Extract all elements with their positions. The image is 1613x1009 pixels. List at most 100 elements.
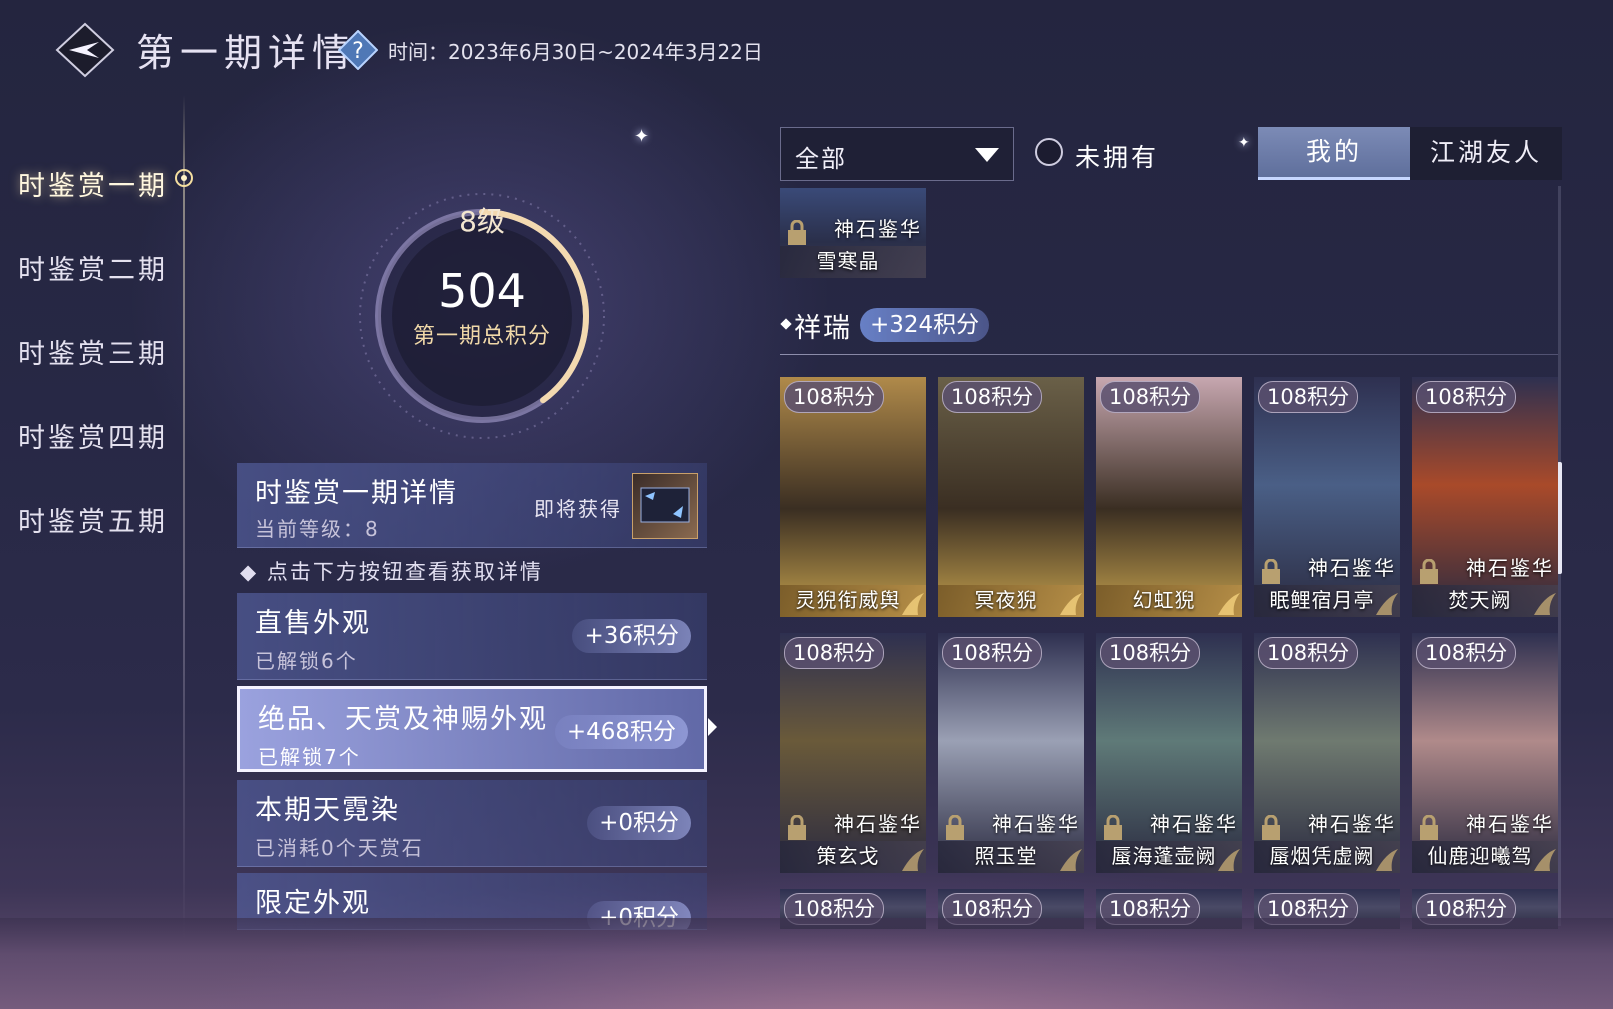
section-bullet [780,318,792,330]
corner-ornament-icon [1376,849,1398,871]
lock-icon [1262,559,1280,584]
card-art [938,377,1084,617]
card-points-badge: 108积分 [784,637,885,669]
appearance-card[interactable]: 神石鉴华 雪寒晶 [780,188,926,278]
appearance-card[interactable]: 108积分 神石鉴华 蜃烟凭虚阙 [1254,633,1400,873]
card-art [780,377,926,617]
category-points-badge: +0积分 [587,806,691,840]
corner-ornament-icon [1060,849,1082,871]
appearance-card[interactable]: 108积分 神石鉴华 照玉堂 [938,633,1084,873]
card-points-badge: 108积分 [1258,381,1359,413]
card-points-badge: 108积分 [1100,381,1201,413]
unowned-radio[interactable] [1035,138,1063,166]
page-title: 第一期详情 [136,31,357,75]
category-title: 本期天霓染 [255,795,400,826]
bottom-cloud-decoration [0,918,1613,1009]
appearance-card[interactable]: 108积分 神石鉴华 策玄戈 [780,633,926,873]
corner-ornament-icon [902,593,924,615]
section-title: 祥瑞 [794,313,852,344]
upcoming-reward-thumbnail[interactable] [632,473,698,539]
card-name: 雪寒晶 [816,249,880,273]
help-button[interactable]: ? [337,29,379,71]
card-points-badge: 108积分 [784,381,885,413]
corner-ornament-icon [1060,593,1082,615]
lock-icon [788,815,806,840]
card-art [1096,377,1242,617]
appearance-card[interactable]: 108积分 灵猊衔威舆 [780,377,926,617]
corner-ornament-icon [902,849,924,871]
filter-select-value: 全部 [795,145,847,173]
card-name: 照玉堂 [974,844,1038,868]
nav-item-period-1[interactable]: 时鉴赏一期 [18,164,168,203]
corner-ornament-icon [1218,593,1240,615]
card-tag: 神石鉴华 [1308,812,1396,836]
category-subtitle: 已解锁7个 [258,745,361,769]
lock-icon [788,220,806,245]
appearance-card[interactable]: 108积分 神石鉴华 仙鹿迎曦驾 [1412,633,1558,873]
upcoming-reward-label: 即将获得 [534,497,622,521]
category-filter-select[interactable]: 全部 [780,127,1014,181]
category-subtitle: 已解锁6个 [255,649,358,673]
appearance-card[interactable]: 108积分 幻虹猊 [1096,377,1242,617]
current-level-text: 当前等级：8 [255,517,380,541]
total-score-label: 第一期总积分 [412,324,551,349]
card-name: 蜃烟凭虚阙 [1269,844,1375,868]
lock-icon [1104,815,1122,840]
category-dye[interactable]: 本期天霓染 已消耗0个天赏石 +0积分 [237,780,707,867]
nav-item-period-5[interactable]: 时鉴赏五期 [18,500,168,539]
sparkle-decoration: ✦ [1238,135,1250,151]
category-points-badge: +468积分 [554,715,688,749]
level-label: 8级 [459,205,505,238]
category-title: 绝品、天赏及神赐外观 [258,704,548,735]
section-divider [780,354,1558,355]
active-indicator-icon [175,169,193,187]
nav-item-period-4[interactable]: 时鉴赏四期 [18,416,168,455]
selected-arrow-icon [708,718,717,736]
card-tag: 神石鉴华 [1150,812,1238,836]
appearance-card[interactable]: 108积分 神石鉴华 焚天阙 [1412,377,1558,617]
unowned-label[interactable]: 未拥有 [1075,138,1159,174]
appearance-card[interactable]: 108积分 神石鉴华 眠鲤宿月亭 [1254,377,1400,617]
back-button[interactable] [55,22,115,78]
period-detail-card[interactable]: 时鉴赏一期详情 当前等级：8 即将获得 [237,463,707,548]
lock-icon [946,815,964,840]
card-tag: 神石鉴华 [834,217,922,241]
hint-label: 点击下方按钮查看获取详情 [266,560,543,584]
card-points-badge: 108积分 [1100,637,1201,669]
corner-ornament-icon [1376,593,1398,615]
corner-ornament-icon [1534,849,1556,871]
card-tag: 神石鉴华 [1466,812,1554,836]
lock-icon [1420,815,1438,840]
chevron-down-icon [975,148,999,162]
hint-text: ◆ 点击下方按钮查看获取详情 [240,560,543,584]
nav-item-period-3[interactable]: 时鉴赏三期 [18,332,168,371]
card-points-badge: 108积分 [1416,637,1517,669]
card-name: 焚天阙 [1448,588,1512,612]
appearance-card[interactable]: 108积分 冥夜猊 [938,377,1084,617]
category-title: 限定外观 [255,888,371,919]
corner-ornament-icon [1534,593,1556,615]
nav-item-period-2[interactable]: 时鉴赏二期 [18,248,168,287]
period-detail-title: 时鉴赏一期详情 [255,478,458,509]
card-points-badge: 108积分 [942,637,1043,669]
card-tag: 神石鉴华 [834,812,922,836]
category-points-badge: +36积分 [572,619,691,653]
question-icon: ? [337,29,379,71]
corner-ornament-icon [1218,849,1240,871]
sparkle-decoration: ✦ [634,126,650,147]
reward-image-icon [640,487,690,523]
category-subtitle: 已消耗0个天赏石 [255,836,424,860]
card-name: 仙鹿迎曦驾 [1427,844,1533,868]
tab-friends[interactable]: 江湖友人 [1410,127,1562,180]
nav-divider [183,95,185,945]
card-tag: 神石鉴华 [1466,556,1554,580]
total-score-value: 504 [438,264,526,318]
category-premium-appearances[interactable]: 绝品、天赏及神赐外观 已解锁7个 +468积分 [237,686,707,772]
section-points-badge: +324积分 [860,308,990,342]
appearance-card[interactable]: 108积分 神石鉴华 蜃海蓬壶阙 [1096,633,1242,873]
event-time: 时间：2023年6月30日~2024年3月22日 [388,40,763,64]
card-points-badge: 108积分 [942,381,1043,413]
category-direct-sale[interactable]: 直售外观 已解锁6个 +36积分 [237,593,707,680]
tab-mine[interactable]: 我的 [1258,127,1410,180]
card-name: 策玄戈 [816,844,880,868]
